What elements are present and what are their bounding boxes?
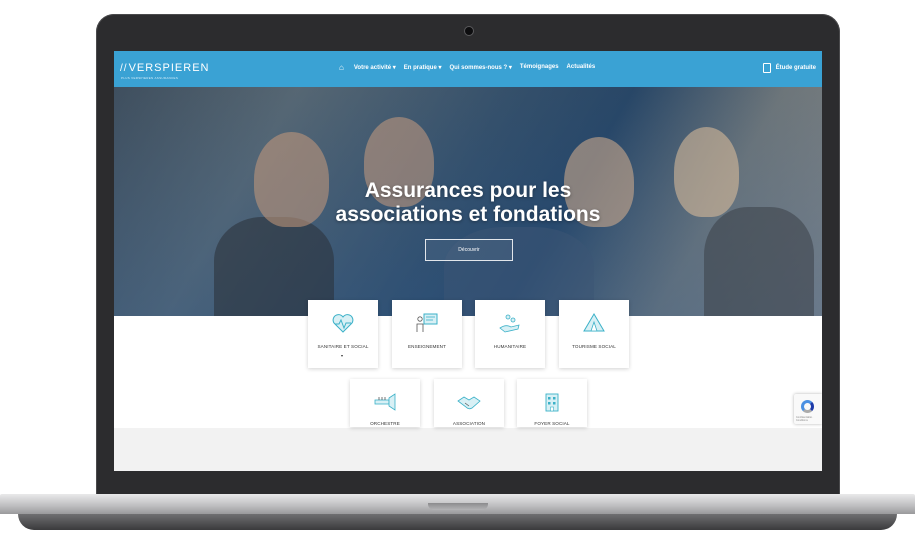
discover-button[interactable]: Découvrir bbox=[425, 239, 513, 261]
helping-hand-icon bbox=[499, 314, 520, 333]
menu-item-actualites[interactable]: Actualités bbox=[567, 64, 596, 71]
category-label: FOYER SOCIAL bbox=[534, 421, 570, 426]
menu-label: En pratique bbox=[403, 65, 437, 71]
category-label: ASSOCIATION bbox=[452, 421, 486, 426]
chevron-down-icon: ▾ bbox=[508, 65, 512, 71]
menu-label: Votre activité bbox=[353, 65, 392, 71]
category-label: ENSEIGNEMENT bbox=[408, 344, 446, 349]
recaptcha-badge[interactable]: Confidentialité · Conditions bbox=[794, 394, 822, 424]
logo-subtitle: PLUS VERSPIEREN ASSURANCES bbox=[121, 76, 179, 80]
category-card-humanitaire[interactable]: HUMANITAIRE bbox=[475, 300, 545, 368]
handshake-icon bbox=[457, 396, 481, 410]
laptop-opening-notch bbox=[428, 503, 488, 510]
category-label: TOURISME SOCIAL bbox=[572, 344, 616, 349]
category-label: HUMANITAIRE bbox=[493, 344, 527, 349]
chevron-down-icon: ▾ bbox=[392, 65, 396, 71]
laptop-base-bottom bbox=[18, 514, 897, 530]
footer-strip bbox=[114, 428, 822, 471]
category-label: SANITAIRE ET SOCIAL bbox=[317, 344, 369, 349]
logo-text: VERSPIEREN bbox=[128, 62, 210, 74]
webcam-icon bbox=[464, 26, 474, 36]
category-label: ORCHESTRE bbox=[370, 421, 400, 426]
chevron-down-icon: ▾ bbox=[438, 65, 442, 71]
verspieren-logo[interactable]: //VERSPIEREN bbox=[120, 62, 209, 74]
tent-icon bbox=[583, 313, 605, 332]
trumpet-icon bbox=[374, 393, 396, 411]
category-card-tourisme-social[interactable]: TOURISME SOCIAL bbox=[559, 300, 629, 368]
category-card-sanitaire-et-social[interactable]: SANITAIRE ET SOCIAL ▾ bbox=[308, 300, 378, 368]
recaptcha-text: Confidentialité · Conditions bbox=[796, 416, 814, 422]
menu-item-temoignages[interactable]: Témoignages bbox=[520, 64, 559, 71]
free-study-link[interactable]: Étude gratuite bbox=[762, 63, 816, 73]
category-card-enseignement[interactable]: ENSEIGNEMENT bbox=[392, 300, 462, 368]
hero-title: Assurances pour les associations et fond… bbox=[114, 179, 822, 227]
menu-item-votre-activite[interactable]: Votre activité ▾ bbox=[354, 64, 396, 71]
menu-item-qui-sommes-nous[interactable]: Qui sommes-nous ? ▾ bbox=[449, 64, 511, 71]
menu-label: Qui sommes-nous ? bbox=[449, 65, 508, 71]
category-card-foyer-social[interactable]: FOYER SOCIAL bbox=[517, 379, 587, 427]
logo-mark: // bbox=[120, 63, 128, 74]
free-study-label: Étude gratuite bbox=[775, 65, 816, 71]
category-card-orchestre[interactable]: ORCHESTRE bbox=[350, 379, 420, 427]
building-icon bbox=[545, 393, 559, 412]
main-menu: ⌂ Votre activité ▾ En pratique ▾ Qui som… bbox=[339, 64, 596, 72]
teacher-board-icon bbox=[416, 313, 438, 332]
recaptcha-icon bbox=[801, 400, 814, 413]
heart-pulse-icon bbox=[332, 314, 354, 333]
chevron-down-icon: ▾ bbox=[341, 353, 344, 358]
top-navigation: //VERSPIEREN PLUS VERSPIEREN ASSURANCES … bbox=[114, 51, 822, 87]
laptop-screen: //VERSPIEREN PLUS VERSPIEREN ASSURANCES … bbox=[114, 51, 822, 471]
home-icon[interactable]: ⌂ bbox=[339, 64, 344, 72]
hero-banner: Assurances pour les associations et fond… bbox=[114, 87, 822, 316]
hero-title-line-2: associations et fondations bbox=[335, 203, 601, 226]
menu-item-en-pratique[interactable]: En pratique ▾ bbox=[404, 64, 442, 71]
document-icon bbox=[762, 63, 771, 73]
hero-title-line-1: Assurances pour les bbox=[364, 179, 572, 202]
category-card-association[interactable]: ASSOCIATION bbox=[434, 379, 504, 427]
